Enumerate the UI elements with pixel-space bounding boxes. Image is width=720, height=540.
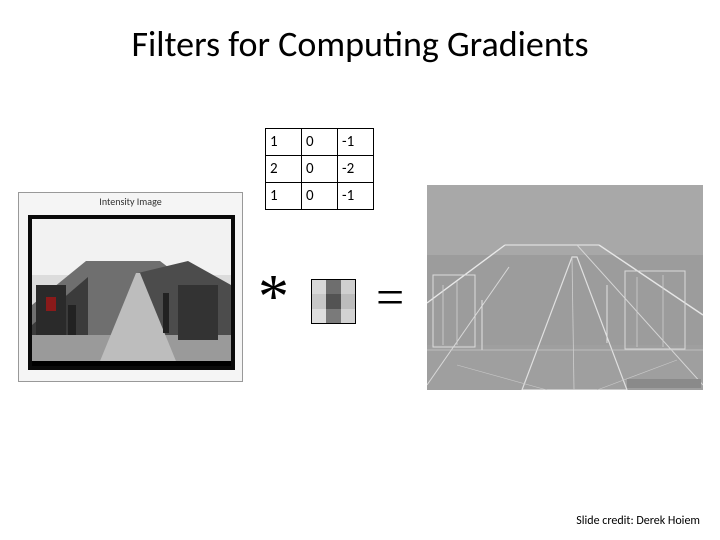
mini-cell: [312, 309, 326, 323]
mini-cell: [312, 294, 326, 308]
mini-cell: [326, 309, 340, 323]
kernel-table: 1 0 -1 2 0 -2 1 0 -1: [265, 128, 374, 210]
convolution-symbol: *: [258, 266, 289, 328]
kernel-cell: 2: [266, 156, 302, 183]
mini-cell: [326, 280, 340, 294]
slide-credit: Slide credit: Derek Hoiem: [576, 514, 700, 528]
kernel-cell: 0: [302, 156, 338, 183]
slide-title: Filters for Computing Gradients: [0, 22, 720, 66]
input-image-caption: Intensity Image: [19, 195, 242, 208]
kernel-cell: 0: [302, 129, 338, 156]
output-image: [427, 185, 703, 390]
mini-cell: [341, 294, 355, 308]
kernel-cell: -2: [338, 156, 374, 183]
svg-text:.: .: [128, 361, 129, 366]
mini-cell: [341, 309, 355, 323]
input-image-panel: Intensity Image .: [18, 192, 243, 382]
mini-cell: [341, 280, 355, 294]
kernel-cell: 0: [302, 183, 338, 210]
equals-symbol: =: [376, 272, 404, 322]
kernel-cell: 1: [266, 129, 302, 156]
kernel-cell: 1: [266, 183, 302, 210]
mini-kernel-icon: [311, 279, 356, 324]
input-image: .: [28, 215, 235, 370]
kernel-cell: -1: [338, 129, 374, 156]
mini-cell: [312, 280, 326, 294]
kernel-cell: -1: [338, 183, 374, 210]
mini-cell: [326, 294, 340, 308]
